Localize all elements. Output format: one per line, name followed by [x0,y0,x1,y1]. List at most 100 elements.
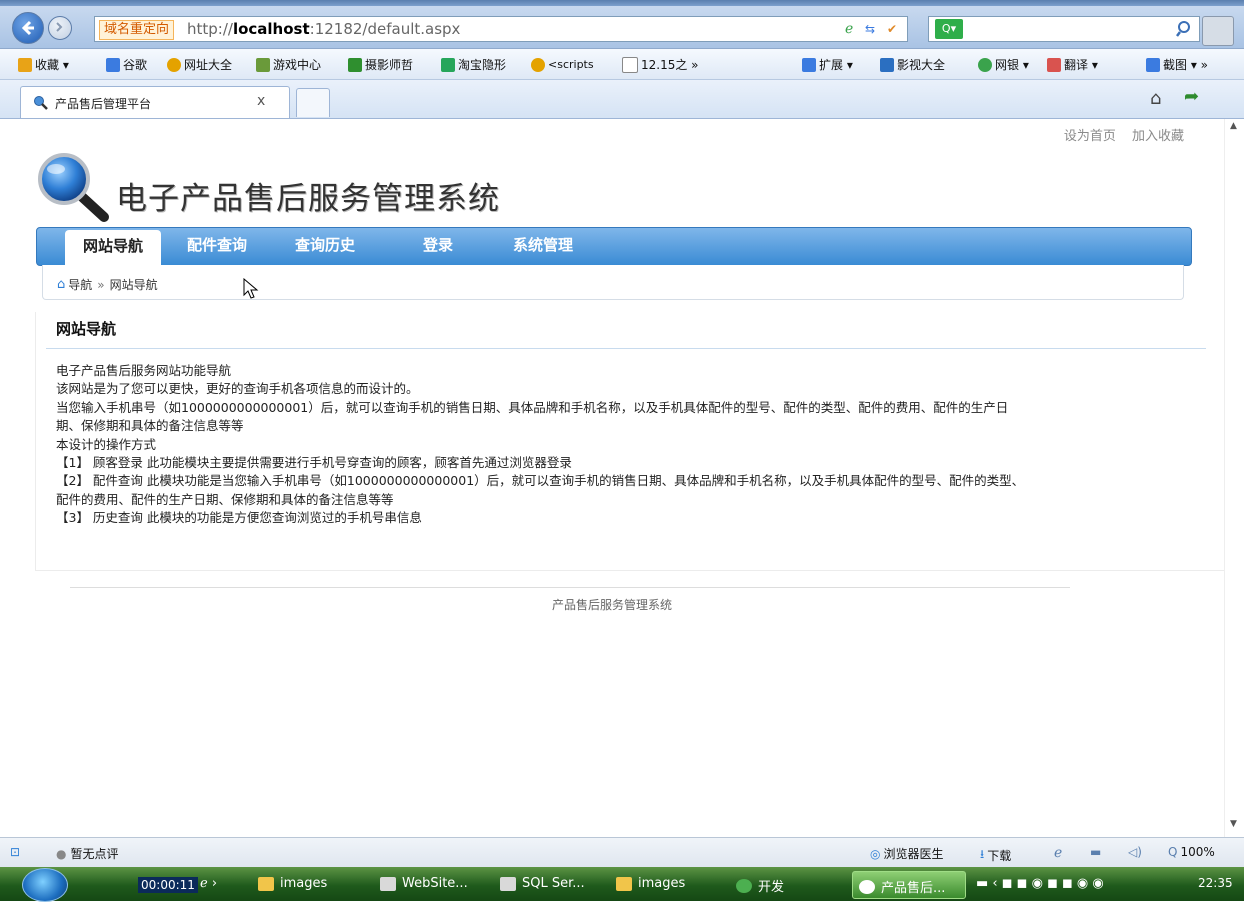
taskbar-item[interactable]: WebSite... [380,876,468,891]
fav-video[interactable]: 影视大全 [880,56,945,74]
taskbar-item-label: images [280,876,328,891]
footer-text: 产品售后服务管理系统 [551,598,672,612]
close-icon[interactable]: x [257,93,265,109]
nav-query-history[interactable]: 查询历史 [295,228,355,265]
taskbar-item[interactable]: images [258,876,327,891]
home-icon[interactable]: ⌂ [1150,88,1161,109]
search-icon [441,58,455,72]
nav-parts-query[interactable]: 配件查询 [187,228,247,265]
search-input[interactable]: Q▾ [928,16,1200,42]
chevron-down-icon[interactable]: ✔ [887,21,903,37]
refresh-icon[interactable]: ⇆ [865,21,881,37]
nav-login[interactable]: 登录 [423,228,453,265]
back-button[interactable] [12,12,44,44]
content-line: 【3】 历史查询 此模块的功能是方便您查询浏览过的手机号串信息 [56,510,422,526]
address-toolbar: 域名重定向 http://localhost:12182/default.asp… [0,6,1244,49]
taskbar-item[interactable]: 开发 [736,876,784,895]
fav-translate[interactable]: 翻译 ▾ [1047,56,1098,74]
fav-screenshot[interactable]: 截图 ▾ » [1146,56,1208,74]
tab-bar: 产品售后管理平台 x ⌂ ➦ [0,80,1244,119]
add-favorite-link[interactable]: 加入收藏 [1132,129,1184,144]
fav-label: 谷歌 [123,58,148,72]
comment-status[interactable]: ● 暂无点评 [56,845,119,862]
doctor-icon: ◎ [870,846,881,861]
browser-doctor[interactable]: ◎ 浏览器医生 [870,845,944,862]
breadcrumb: ⌂ 导航 » 网站导航 [42,265,1184,300]
new-tab-button[interactable] [296,88,330,117]
breadcrumb-current: 网站导航 [109,278,158,292]
site-title: 电子产品售后服务管理系统 [116,181,500,217]
content-line: 【1】 顾客登录 此功能模块主要提供需要进行手机号穿查询的顾客，顾客首先通过浏览… [56,455,572,471]
fav-label: 12.15之 » [641,58,699,72]
photo-icon [348,58,362,72]
fav-label: 翻译 ▾ [1064,58,1098,72]
ie-icon[interactable]: ℯ [1054,845,1062,861]
globe-icon [531,58,545,72]
recording-timer: 00:00:11 [138,877,198,893]
fav-sites[interactable]: 网址大全 [167,56,232,74]
set-homepage-link[interactable]: 设为首页 [1064,129,1116,144]
sound-icon[interactable]: ◁) [1128,845,1142,859]
compat-icon[interactable]: ℯ [845,21,861,37]
home-icon: ⌂ [57,277,66,292]
fav-taobao[interactable]: 淘宝隐形 [441,56,506,74]
translate-icon [1047,58,1061,72]
search-engine-icon[interactable]: Q▾ [935,19,963,39]
tab-title[interactable]: 产品售后管理平台 [55,95,151,112]
search-icon[interactable] [1175,19,1197,39]
taskbar-item[interactable]: images [616,876,685,891]
browser-icon [859,879,875,894]
url-text[interactable]: http://localhost:12182/default.aspx [187,19,460,39]
tray-icons[interactable]: ▬ ‹ ◼ ◼ ◉ ◼ ◼ ◉ ◉ [976,876,1104,891]
taskbar-item[interactable]: SQL Ser... [500,876,585,891]
undo-icon[interactable]: ➦ [1184,86,1199,107]
fav-script[interactable]: <scripts [531,56,594,74]
main-nav: 网站导航 配件查询 查询历史 登录 系统管理 [36,227,1192,266]
fav-page[interactable]: 12.15之 » [622,56,699,74]
fav-photo[interactable]: 摄影师哲 [348,56,413,74]
database-icon [500,876,516,891]
taskbar-item-label: images [638,876,686,891]
url-input[interactable]: 域名重定向 http://localhost:12182/default.asp… [94,16,908,42]
scroll-down-icon[interactable]: ▼ [1230,819,1237,829]
taskbar-item-active[interactable]: 产品售后... [852,871,966,899]
ie-quicklaunch-icon[interactable]: ℯ › [200,876,217,891]
scroll-up-icon[interactable]: ▲ [1230,121,1237,131]
web-page: 设为首页 加入收藏 电子产品售后服务管理系统 网站导航 配件查询 查询历史 登录… [0,119,1224,837]
redirect-badge[interactable]: 域名重定向 [99,20,175,40]
window-icon[interactable]: ▬ [1090,845,1101,859]
fav-label: 网址大全 [184,58,233,72]
game-icon [256,58,270,72]
page-icon[interactable]: ⊡ [10,845,20,859]
user-avatar-icon[interactable] [1202,16,1234,46]
active-item-content: 产品售后... [859,877,945,896]
download-button[interactable]: ⭳ 下载 [980,845,1011,866]
fav-label: 网银 ▾ [995,58,1029,72]
fav-collect[interactable]: 收藏 ▾ [18,56,69,74]
extension-icon [802,58,816,72]
fav-label: 摄影师哲 [365,58,414,72]
content-line: 当您输入手机串号（如1000000000000001）后，就可以查询手机的销售日… [56,399,1009,415]
content-line: 该网站是为了您可以更快，更好的查询手机各项信息的而设计的。 [56,381,419,397]
fav-games[interactable]: 游戏中心 [256,56,321,74]
status-bar: ⊡ ● 暂无点评 ◎ 浏览器医生 ⭳ 下载 ℯ ▬ ◁) Q 100% [0,837,1244,868]
forward-button[interactable] [48,16,72,40]
tab-current[interactable]: 产品售后管理平台 x [20,86,290,118]
fav-label: 收藏 ▾ [35,58,69,72]
fav-google[interactable]: 谷歌 [106,56,147,74]
breadcrumb-home[interactable]: 导航 [68,276,92,293]
nav-site-guide[interactable]: 网站导航 [65,230,161,265]
fav-extend[interactable]: 扩展 ▾ [802,56,853,74]
mouse-cursor-icon [243,278,259,299]
content-text: 电子产品售后服务网站功能导航 该网站是为了您可以更快，更好的查询手机各项信息的而… [56,362,1206,528]
zoom-control[interactable]: Q 100% [1168,845,1215,859]
start-button[interactable] [22,868,68,902]
nav-system-admin[interactable]: 系统管理 [513,228,573,265]
fav-bank[interactable]: 网银 ▾ [978,56,1029,74]
clock[interactable]: 22:35 [1198,876,1233,890]
screenshot-icon [1146,58,1160,72]
vertical-scrollbar[interactable]: ▲ ▼ [1224,119,1244,837]
content-line: 配件的费用、配件的生产日期、保修期和具体的备注信息等等 [56,491,394,507]
taskbar-item-label: 开发 [758,880,785,895]
fav-label: <scripts [548,58,594,71]
